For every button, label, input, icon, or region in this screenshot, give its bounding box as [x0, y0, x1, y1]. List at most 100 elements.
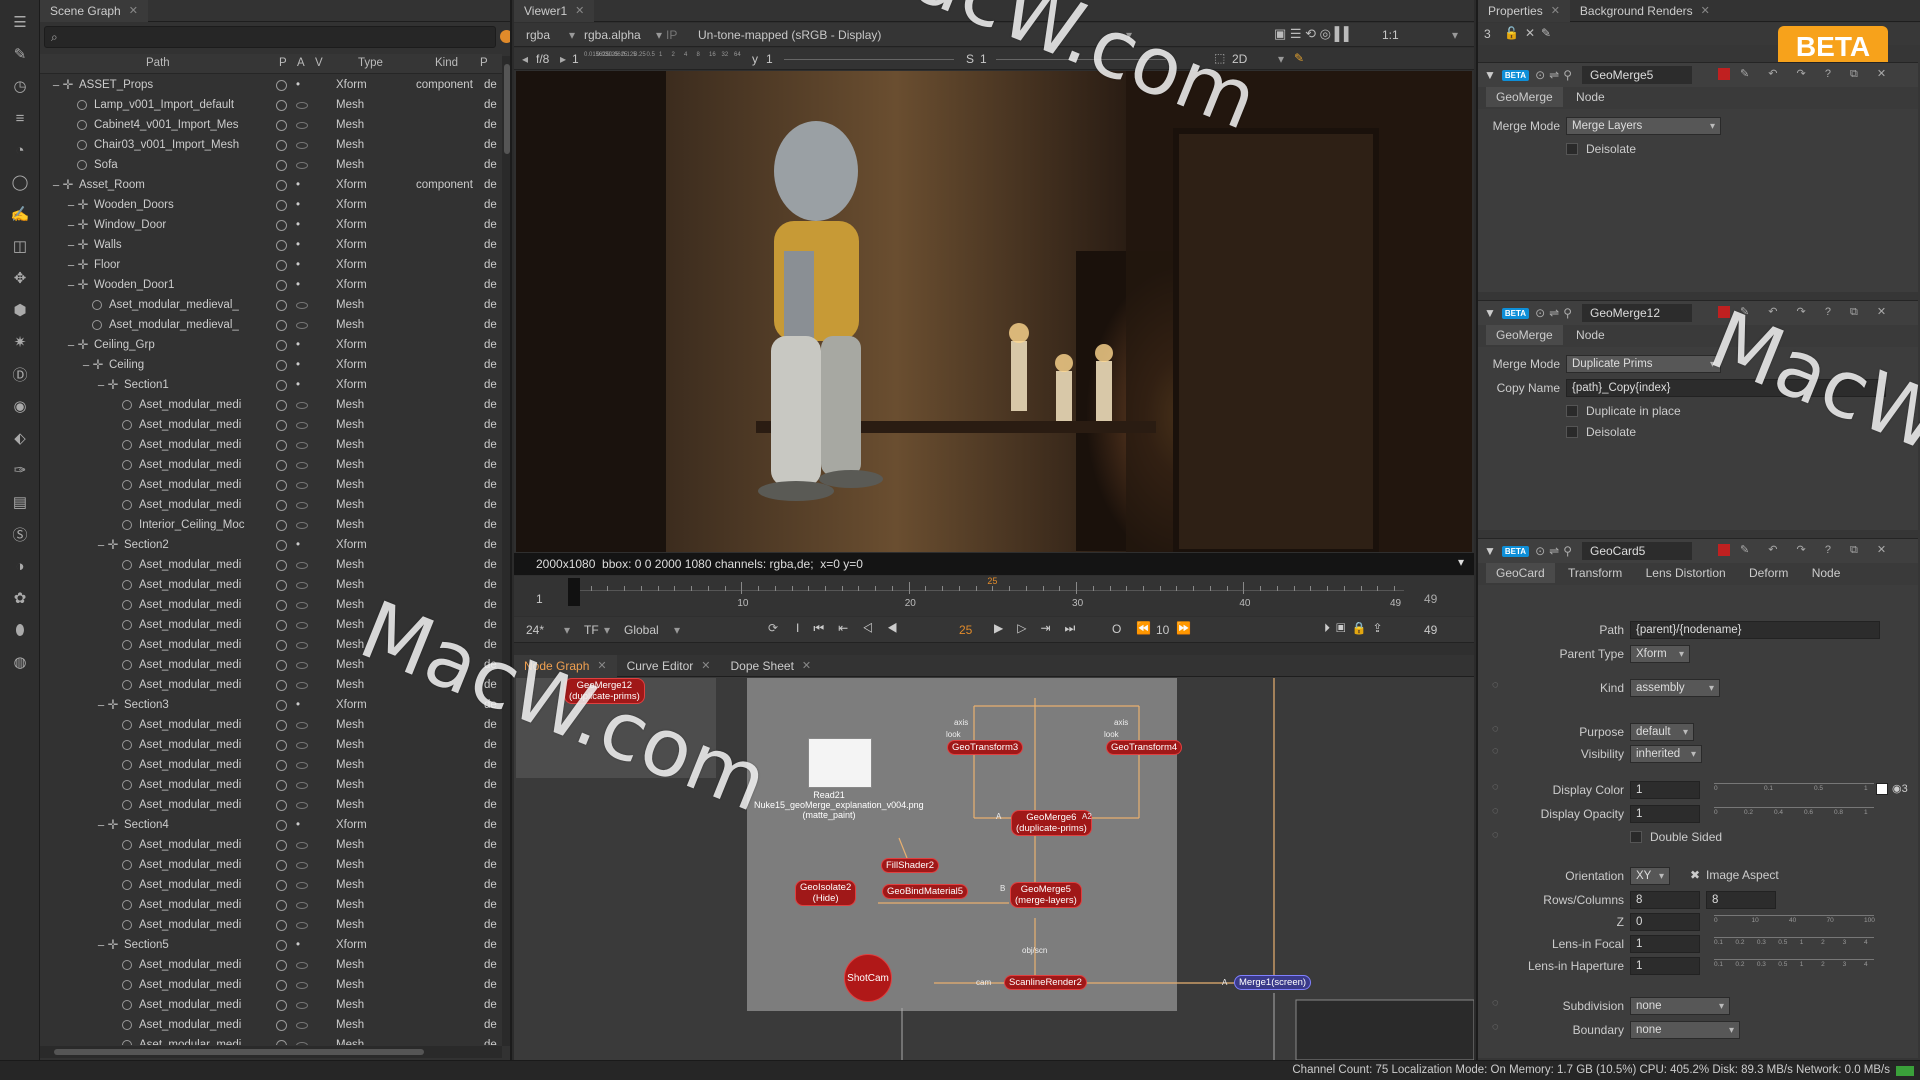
node-geotransform3[interactable]: GeoTransform3 — [947, 740, 1024, 755]
pin-icon[interactable] — [276, 339, 287, 351]
pin-icon[interactable] — [276, 679, 287, 691]
orientation-dropdown[interactable]: XY — [1630, 867, 1670, 885]
lens-haperture-slider[interactable]: 0.1 0.2 0.3 0.5 1 2 3 4 — [1714, 953, 1874, 971]
tree-row[interactable]: − ✛ Ceiling • Xform de — [40, 355, 500, 375]
playhead[interactable]: 25 — [987, 576, 997, 592]
color-swatch[interactable] — [1718, 544, 1730, 556]
active-dot-icon[interactable]: • — [296, 539, 300, 551]
eye-icon[interactable] — [296, 561, 308, 569]
col-type[interactable]: Type — [358, 57, 383, 69]
eye-icon[interactable] — [296, 501, 308, 509]
color-swatch[interactable] — [1876, 783, 1888, 795]
eye-icon[interactable] — [296, 641, 308, 649]
tree-row[interactable]: Aset_modular_medi Mesh de — [40, 395, 500, 415]
active-dot-icon[interactable]: • — [296, 239, 300, 251]
pin-icon[interactable] — [276, 1019, 287, 1031]
transport-back-icons[interactable]: I⏮⇤◁◀ — [796, 621, 912, 636]
end-frame-field[interactable]: 49 — [1424, 623, 1437, 637]
tree-row[interactable]: − ✛ Wooden_Doors • Xform de — [40, 195, 500, 215]
expand-icon[interactable]: − — [65, 218, 77, 233]
node-geobindmaterial5[interactable]: GeoBindMaterial5 — [882, 884, 969, 899]
scene-icon[interactable]: Ⓢ — [0, 518, 40, 550]
pin-icon[interactable] — [276, 299, 287, 311]
channels-dropdown[interactable]: rgba — [526, 28, 550, 42]
active-dot-icon[interactable]: • — [296, 79, 300, 91]
rewind-icon[interactable]: ⏪ — [1136, 621, 1151, 635]
node-scanlinerender2[interactable]: ScanlineRender2 — [1004, 975, 1087, 990]
tree-row[interactable]: Aset_modular_medi Mesh de — [40, 435, 500, 455]
sparkle-icon[interactable]: ✷ — [0, 326, 40, 358]
pen-icon[interactable]: ✎ — [0, 38, 40, 70]
tree-row[interactable]: Aset_modular_medi Mesh de — [40, 955, 500, 975]
panel-header-icons[interactable]: ⊙⇌⚲ — [1535, 68, 1576, 82]
pin-icon[interactable] — [276, 319, 287, 331]
tree-row[interactable]: − ✛ Section5 • Xform de — [40, 935, 500, 955]
active-dot-icon[interactable]: • — [296, 259, 300, 271]
tree-row[interactable]: Aset_modular_medi Mesh de — [40, 875, 500, 895]
eye-icon[interactable] — [296, 921, 308, 929]
filter-icon[interactable] — [500, 30, 510, 43]
eye-icon[interactable] — [296, 1001, 308, 1009]
columns-field[interactable]: 8 — [1706, 891, 1776, 909]
purpose-dropdown[interactable]: default — [1630, 723, 1694, 741]
tf-dropdown[interactable]: TF — [584, 623, 599, 637]
chevron-down-icon[interactable]: ▾ — [1458, 555, 1464, 569]
close-icon[interactable]: ✕ — [1701, 4, 1710, 17]
eye-icon[interactable] — [296, 961, 308, 969]
pin-icon[interactable] — [276, 759, 287, 771]
tree-row[interactable]: − ✛ Walls • Xform de — [40, 235, 500, 255]
pin-icon[interactable] — [276, 779, 287, 791]
expand-icon[interactable]: − — [95, 538, 107, 553]
merge-mode-dropdown[interactable]: Duplicate Prims — [1566, 355, 1721, 373]
eye-icon[interactable] — [296, 521, 308, 529]
flower-icon[interactable]: ✿ — [0, 582, 40, 614]
eye-icon[interactable] — [296, 901, 308, 909]
ip-icon[interactable]: IP — [666, 28, 677, 42]
eye-icon[interactable] — [296, 401, 308, 409]
tab-viewer1[interactable]: Viewer1 ✕ — [514, 0, 595, 22]
tree-row[interactable]: − ✛ ASSET_Props • Xform component de — [40, 75, 500, 95]
expand-icon[interactable]: − — [65, 278, 77, 293]
tree-row[interactable]: Sofa Mesh de — [40, 155, 500, 175]
pencil-icon[interactable]: ✎ — [1294, 51, 1304, 65]
eye-icon[interactable] — [296, 461, 308, 469]
tree-row[interactable]: Aset_modular_medi Mesh de — [40, 415, 500, 435]
expand-icon[interactable]: − — [65, 338, 77, 353]
eye-icon[interactable] — [296, 761, 308, 769]
fast-forward-icon[interactable]: ⏩ — [1176, 621, 1191, 635]
lens-focal-field[interactable]: 1 — [1630, 935, 1700, 953]
node-geotransform4[interactable]: GeoTransform4 — [1106, 740, 1183, 755]
tab-deform[interactable]: Deform — [1739, 563, 1798, 583]
timeline[interactable]: 1 49 0102030404925 — [514, 576, 1474, 616]
tab-background-renders[interactable]: Background Renders ✕ — [1570, 0, 1720, 22]
expand-icon[interactable]: − — [50, 78, 62, 93]
tree-row[interactable]: Aset_modular_medi Mesh de — [40, 475, 500, 495]
step-field[interactable]: 10 — [1156, 623, 1169, 637]
tree-row[interactable]: Aset_modular_medi Mesh de — [40, 1015, 500, 1035]
pin-icon[interactable] — [276, 199, 287, 211]
scope-dropdown[interactable]: Global — [624, 623, 659, 637]
tree-row[interactable]: Aset_modular_medi Mesh de — [40, 775, 500, 795]
tab-geomerge[interactable]: GeoMerge — [1486, 325, 1563, 345]
pin-icon[interactable] — [276, 479, 287, 491]
transport-forward-icons[interactable]: ▶▷⇥⏭ — [994, 621, 1089, 636]
active-dot-icon[interactable]: • — [296, 219, 300, 231]
stack-icon[interactable]: ◫ — [0, 230, 40, 262]
tree-row[interactable]: Lamp_v001_Import_default Mesh de — [40, 95, 500, 115]
scrollbar-thumb[interactable] — [504, 64, 510, 154]
node-fillshader2[interactable]: FillShader2 — [881, 858, 940, 873]
active-dot-icon[interactable]: • — [296, 699, 300, 711]
cube-icon[interactable]: ⬢ — [0, 294, 40, 326]
active-dot-icon[interactable]: • — [296, 379, 300, 391]
pin-icon[interactable] — [276, 219, 287, 231]
pin-icon[interactable] — [276, 99, 287, 111]
read21-thumbnail[interactable] — [808, 738, 872, 788]
node-name-field[interactable]: GeoCard5 — [1581, 542, 1692, 560]
display-opacity-field[interactable]: 1 — [1630, 805, 1700, 823]
wave-icon[interactable]: ◑ — [0, 550, 40, 582]
tree-row[interactable]: Aset_modular_medi Mesh de — [40, 495, 500, 515]
move-icon[interactable]: ✥ — [0, 262, 40, 294]
tree-row[interactable]: Interior_Ceiling_Moc Mesh de — [40, 515, 500, 535]
tab-geocard[interactable]: GeoCard — [1486, 563, 1555, 583]
loop-icon[interactable]: ⟳ — [768, 621, 778, 635]
